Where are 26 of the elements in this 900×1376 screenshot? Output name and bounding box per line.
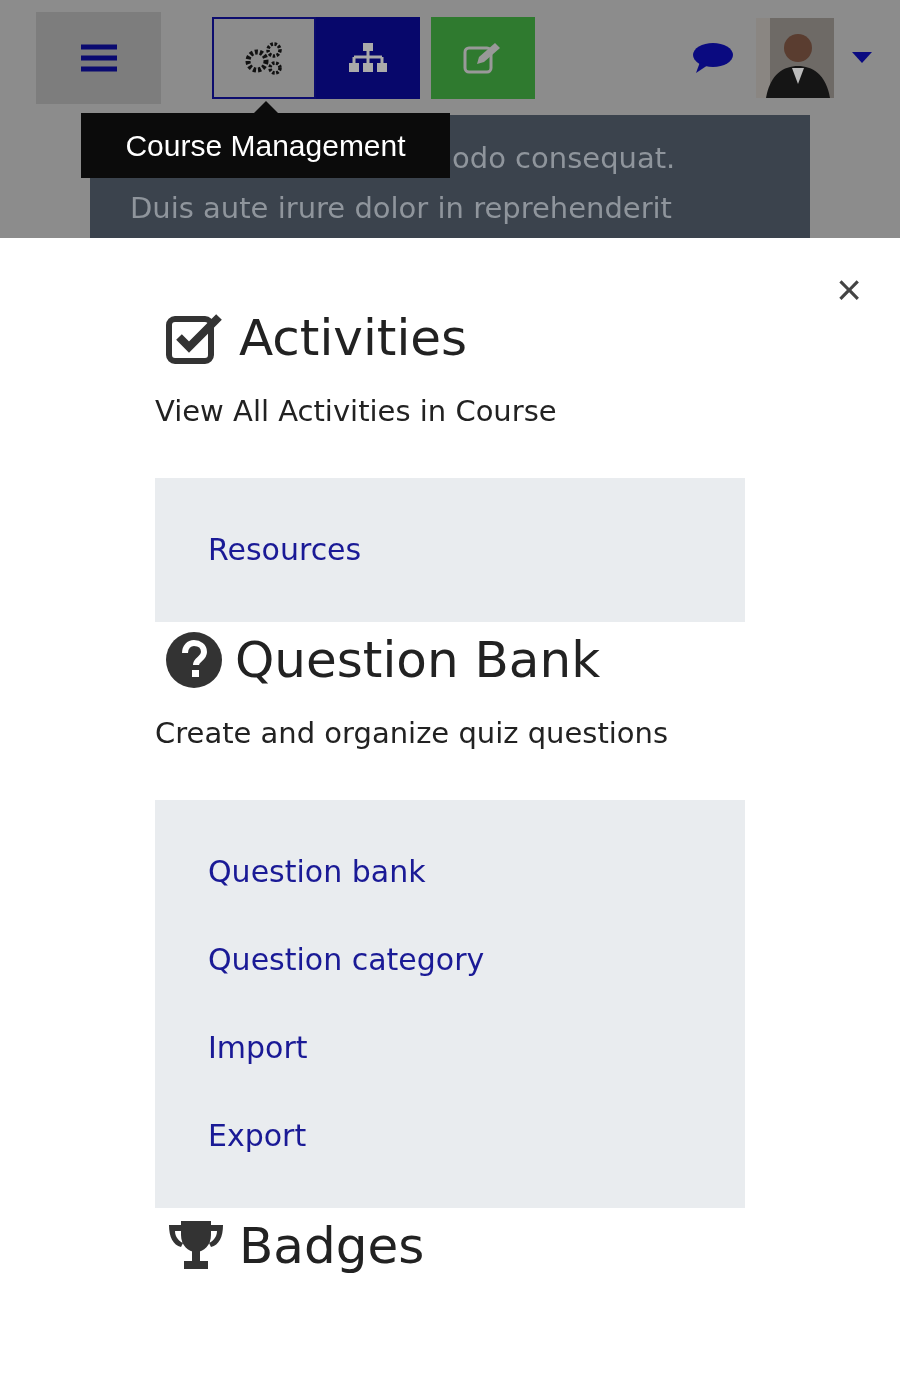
nav-link[interactable]: Resources xyxy=(208,516,362,584)
nav-link[interactable]: Question category xyxy=(208,926,485,994)
chat-button[interactable] xyxy=(692,41,734,74)
nav-link[interactable]: Export xyxy=(208,1102,307,1170)
menu-icon xyxy=(80,43,117,72)
menu-button[interactable] xyxy=(36,11,161,104)
dropdown-button[interactable] xyxy=(852,51,872,64)
caret-icon xyxy=(852,51,872,64)
section-description: Create and organize quiz questions xyxy=(155,716,669,750)
body-text: Duis aute irure dolor in reprehenderit xyxy=(130,190,672,227)
gears-icon xyxy=(244,40,284,75)
body-text: odo consequat. xyxy=(452,140,676,177)
toolbar-button[interactable] xyxy=(316,16,420,99)
section-title: Badges xyxy=(239,1216,425,1277)
section-description: View All Activities in Course xyxy=(155,394,557,428)
toolbar-button[interactable] xyxy=(212,16,316,99)
section-title: Activities xyxy=(239,308,468,369)
sitemap-icon xyxy=(348,42,388,73)
nav-link[interactable]: Import xyxy=(208,1014,308,1082)
speech-bubble-icon xyxy=(692,41,734,74)
edit-icon xyxy=(463,41,503,74)
question-icon xyxy=(165,631,223,689)
tooltip: Course Management xyxy=(81,113,450,178)
close-button[interactable]: × xyxy=(836,268,862,312)
section-title: Question Bank xyxy=(235,630,601,691)
nav-link[interactable]: Question bank xyxy=(208,838,426,906)
